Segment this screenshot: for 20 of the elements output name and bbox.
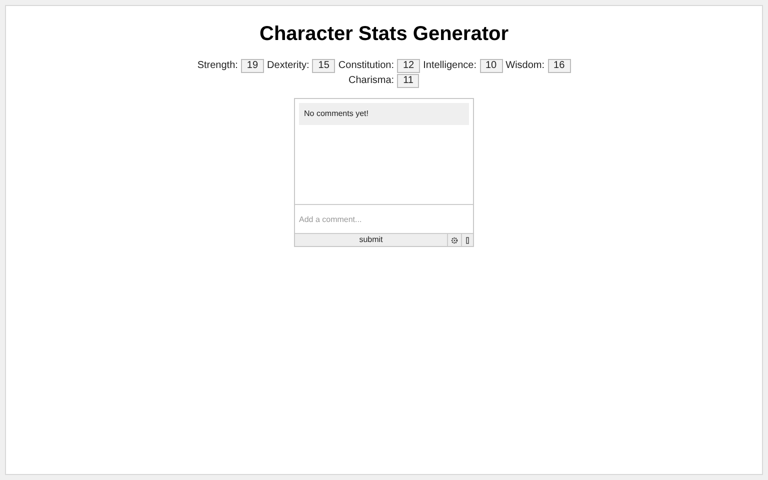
stat-value: 12 <box>397 58 420 72</box>
stat-value: 10 <box>480 58 503 72</box>
stat-label: Charisma: <box>348 74 394 88</box>
stat-label: Wisdom: <box>506 59 545 73</box>
stat-label: Constitution: <box>338 59 394 73</box>
comment-field[interactable]: Add a comment... <box>295 204 473 233</box>
stat-value: 19 <box>240 58 264 72</box>
more-button[interactable] <box>461 234 473 246</box>
stat-label: Intelligence: <box>423 59 476 73</box>
page-title: Character Stats Generator <box>260 22 508 46</box>
stat-label: Dexterity: <box>267 59 310 73</box>
settings-icon <box>451 236 458 244</box>
stat-value: 16 <box>548 58 571 72</box>
empty-message: No comments yet! <box>299 103 469 125</box>
stat-label: Strength: <box>197 59 238 73</box>
rectangle-icon <box>466 236 469 244</box>
submit-button[interactable]: submit <box>295 234 447 246</box>
stat-value: 11 <box>397 74 420 88</box>
stat-value: 15 <box>312 58 336 72</box>
settings-button[interactable] <box>447 234 461 246</box>
